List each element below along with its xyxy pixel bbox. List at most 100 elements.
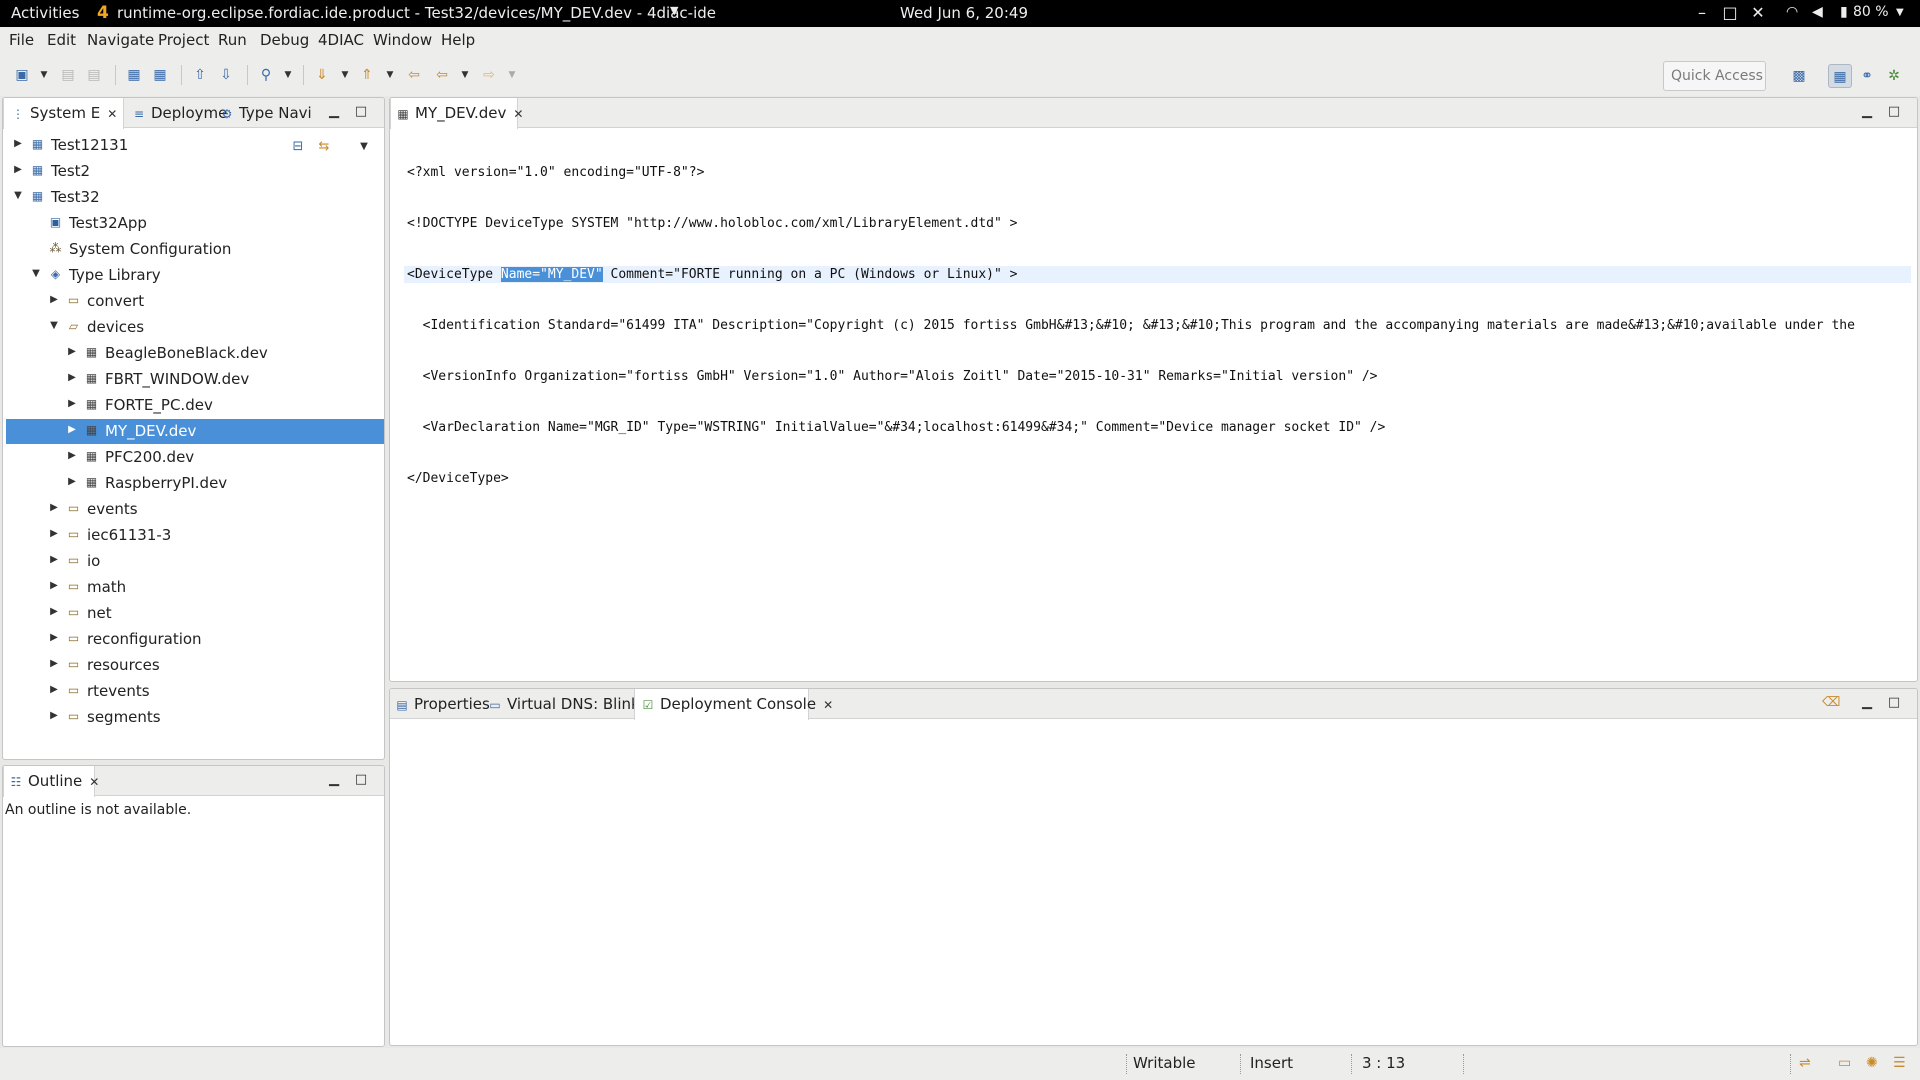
collapsed-arrow-icon[interactable]: ▶ bbox=[48, 710, 60, 721]
window-menu-caret-icon[interactable]: ▼ bbox=[670, 4, 678, 17]
collapsed-arrow-icon[interactable]: ▶ bbox=[66, 372, 78, 383]
tab-virtual-dns[interactable]: ▭ Virtual DNS: Blinky bbox=[488, 689, 648, 719]
menu-debug[interactable]: Debug bbox=[260, 31, 309, 49]
collapsed-arrow-icon[interactable]: ▶ bbox=[48, 632, 60, 643]
tree-item[interactable]: ▶ ▭ rtevents bbox=[6, 679, 384, 704]
close-icon[interactable]: ✕ bbox=[89, 775, 99, 789]
tab-my-dev-file[interactable]: ▦ MY_DEV.dev ✕ bbox=[390, 98, 523, 129]
tab-type-navigator[interactable]: ⚙ Type Navi bbox=[217, 98, 312, 128]
last-edit-location-icon[interactable]: ⇦ bbox=[405, 66, 423, 84]
battery-icon[interactable]: ▮ bbox=[1840, 4, 1848, 20]
tab-outline[interactable]: ☷ Outline ✕ bbox=[3, 766, 99, 797]
next-annotation-icon[interactable]: ⇓ bbox=[313, 66, 331, 84]
console-output[interactable] bbox=[415, 731, 1897, 1033]
close-icon[interactable]: ✕ bbox=[513, 107, 523, 121]
maximize-icon[interactable]: □ bbox=[352, 103, 370, 121]
menu-help[interactable]: Help bbox=[441, 31, 475, 49]
tree-item[interactable]: ▶ ▦ Test2 bbox=[6, 159, 384, 184]
trim-stack-icon[interactable]: ☰ bbox=[1893, 1055, 1906, 1071]
download-icon[interactable]: ⇧ bbox=[191, 66, 209, 84]
menu-file[interactable]: File bbox=[9, 31, 34, 49]
forward-icon[interactable]: ⇨ bbox=[480, 66, 498, 84]
progress-icon[interactable]: ⇌ bbox=[1799, 1055, 1811, 1071]
minimize-icon[interactable]: ▁ bbox=[1858, 694, 1876, 712]
back-icon[interactable]: ⇦ bbox=[433, 66, 451, 84]
tree-item[interactable]: ▶ ▭ resources bbox=[6, 653, 384, 678]
tree-item[interactable]: ▶ ▦ Test12131 bbox=[6, 133, 384, 158]
tree-item[interactable]: ▶ ▦ RaspberryPI.dev bbox=[6, 471, 384, 496]
collapsed-arrow-icon[interactable]: ▶ bbox=[66, 346, 78, 357]
collapsed-arrow-icon[interactable]: ▶ bbox=[12, 164, 24, 175]
collapsed-arrow-icon[interactable]: ▶ bbox=[66, 398, 78, 409]
maximize-icon[interactable]: □ bbox=[352, 771, 370, 789]
xml-text-editor[interactable]: <?xml version="1.0" encoding="UTF-8"?> <… bbox=[404, 130, 1911, 521]
tree-item[interactable]: ⁂ System Configuration bbox=[6, 237, 384, 262]
tree-item[interactable]: ▶ ▭ io bbox=[6, 549, 384, 574]
tab-properties[interactable]: ▤ Properties bbox=[395, 689, 489, 719]
forward-dropdown-icon[interactable]: ▼ bbox=[507, 66, 517, 84]
menu-edit[interactable]: Edit bbox=[47, 31, 76, 49]
activities-button[interactable]: Activities bbox=[11, 4, 79, 22]
status-insert-mode[interactable]: Insert bbox=[1250, 1054, 1293, 1072]
volume-icon[interactable]: ◀ bbox=[1812, 4, 1823, 20]
tree-item[interactable]: ▶ ▦ MY_DEV.dev bbox=[6, 419, 384, 444]
collapsed-arrow-icon[interactable]: ▶ bbox=[48, 658, 60, 669]
clock[interactable]: Wed Jun 6, 20:49 bbox=[900, 4, 1028, 22]
settings-icon[interactable]: ✺ bbox=[1866, 1055, 1878, 1071]
open-perspective-icon[interactable]: ▩ bbox=[1787, 64, 1811, 88]
new-application-icon[interactable]: ▦ bbox=[151, 66, 169, 84]
maximize-icon[interactable]: □ bbox=[1885, 103, 1903, 121]
search-icon[interactable]: ⚲ bbox=[257, 66, 275, 84]
maximize-window-icon[interactable]: □ bbox=[1720, 3, 1740, 22]
debug-perspective-icon[interactable]: ✲ bbox=[1882, 64, 1906, 88]
next-annotation-dropdown-icon[interactable]: ▼ bbox=[340, 66, 350, 84]
clear-console-icon[interactable]: ⌫ bbox=[1822, 694, 1840, 712]
save-icon[interactable]: ▤ bbox=[59, 66, 77, 84]
deployment-perspective-icon[interactable]: ⚭ bbox=[1855, 64, 1879, 88]
tree-item[interactable]: ▶ ▦ PFC200.dev bbox=[6, 445, 384, 470]
maximize-icon[interactable]: □ bbox=[1885, 694, 1903, 712]
tree-item[interactable]: ▶ ▭ convert bbox=[6, 289, 384, 314]
tree-item[interactable]: ▶ ▦ BeagleBoneBlack.dev bbox=[6, 341, 384, 366]
collapsed-arrow-icon[interactable]: ▶ bbox=[48, 554, 60, 565]
tree-item[interactable]: ▶ ▭ reconfiguration bbox=[6, 627, 384, 652]
new-system-icon[interactable]: ▦ bbox=[125, 66, 143, 84]
expanded-arrow-icon[interactable]: ▼ bbox=[30, 268, 42, 279]
close-icon[interactable]: ✕ bbox=[107, 107, 117, 121]
minimize-icon[interactable]: ▁ bbox=[1858, 103, 1876, 121]
tree-item[interactable]: ▶ ▦ FORTE_PC.dev bbox=[6, 393, 384, 418]
tab-system-explorer[interactable]: ⋮ System E ✕ bbox=[3, 98, 124, 129]
expanded-arrow-icon[interactable]: ▼ bbox=[12, 190, 24, 201]
collapsed-arrow-icon[interactable]: ▶ bbox=[66, 476, 78, 487]
expanded-arrow-icon[interactable]: ▼ bbox=[48, 320, 60, 331]
menu-navigate[interactable]: Navigate bbox=[87, 31, 154, 49]
quick-access-field[interactable]: Quick Access bbox=[1663, 61, 1766, 91]
search-dropdown-icon[interactable]: ▼ bbox=[283, 66, 293, 84]
system-perspective-icon[interactable]: ▦ bbox=[1828, 64, 1852, 88]
tab-deployment-console[interactable]: ☑ Deployment Console ✕ bbox=[634, 689, 833, 720]
collapsed-arrow-icon[interactable]: ▶ bbox=[48, 580, 60, 591]
previous-annotation-icon[interactable]: ⇑ bbox=[358, 66, 376, 84]
collapsed-arrow-icon[interactable]: ▶ bbox=[66, 450, 78, 461]
menu-4diac[interactable]: 4DIAC bbox=[318, 31, 364, 49]
wifi-icon[interactable]: ◠ bbox=[1786, 4, 1798, 20]
close-icon[interactable]: ✕ bbox=[823, 698, 833, 712]
minimize-icon[interactable]: ▁ bbox=[325, 771, 343, 789]
tree-item[interactable]: ▶ ▭ events bbox=[6, 497, 384, 522]
back-dropdown-icon[interactable]: ▼ bbox=[460, 66, 470, 84]
collapsed-arrow-icon[interactable]: ▶ bbox=[48, 502, 60, 513]
tree-item[interactable]: ▶ ▭ math bbox=[6, 575, 384, 600]
collapsed-arrow-icon[interactable]: ▶ bbox=[48, 528, 60, 539]
collapsed-arrow-icon[interactable]: ▶ bbox=[48, 294, 60, 305]
upload-icon[interactable]: ⇩ bbox=[217, 66, 235, 84]
book-icon[interactable]: ▭ bbox=[1838, 1055, 1851, 1071]
save-all-icon[interactable]: ▤ bbox=[85, 66, 103, 84]
tree-item[interactable]: ▼ ▱ devices bbox=[6, 315, 384, 340]
window-title[interactable]: runtime-org.eclipse.fordiac.ide.product … bbox=[117, 4, 716, 22]
tree-item[interactable]: ▶ ▭ iec61131-3 bbox=[6, 523, 384, 548]
menu-run[interactable]: Run bbox=[218, 31, 247, 49]
tree-item[interactable]: ▼ ▦ Test32 bbox=[6, 185, 384, 210]
tree-item[interactable]: ▼ ◈ Type Library bbox=[6, 263, 384, 288]
tree-item[interactable]: ▶ ▭ net bbox=[6, 601, 384, 626]
collapsed-arrow-icon[interactable]: ▶ bbox=[12, 138, 24, 149]
